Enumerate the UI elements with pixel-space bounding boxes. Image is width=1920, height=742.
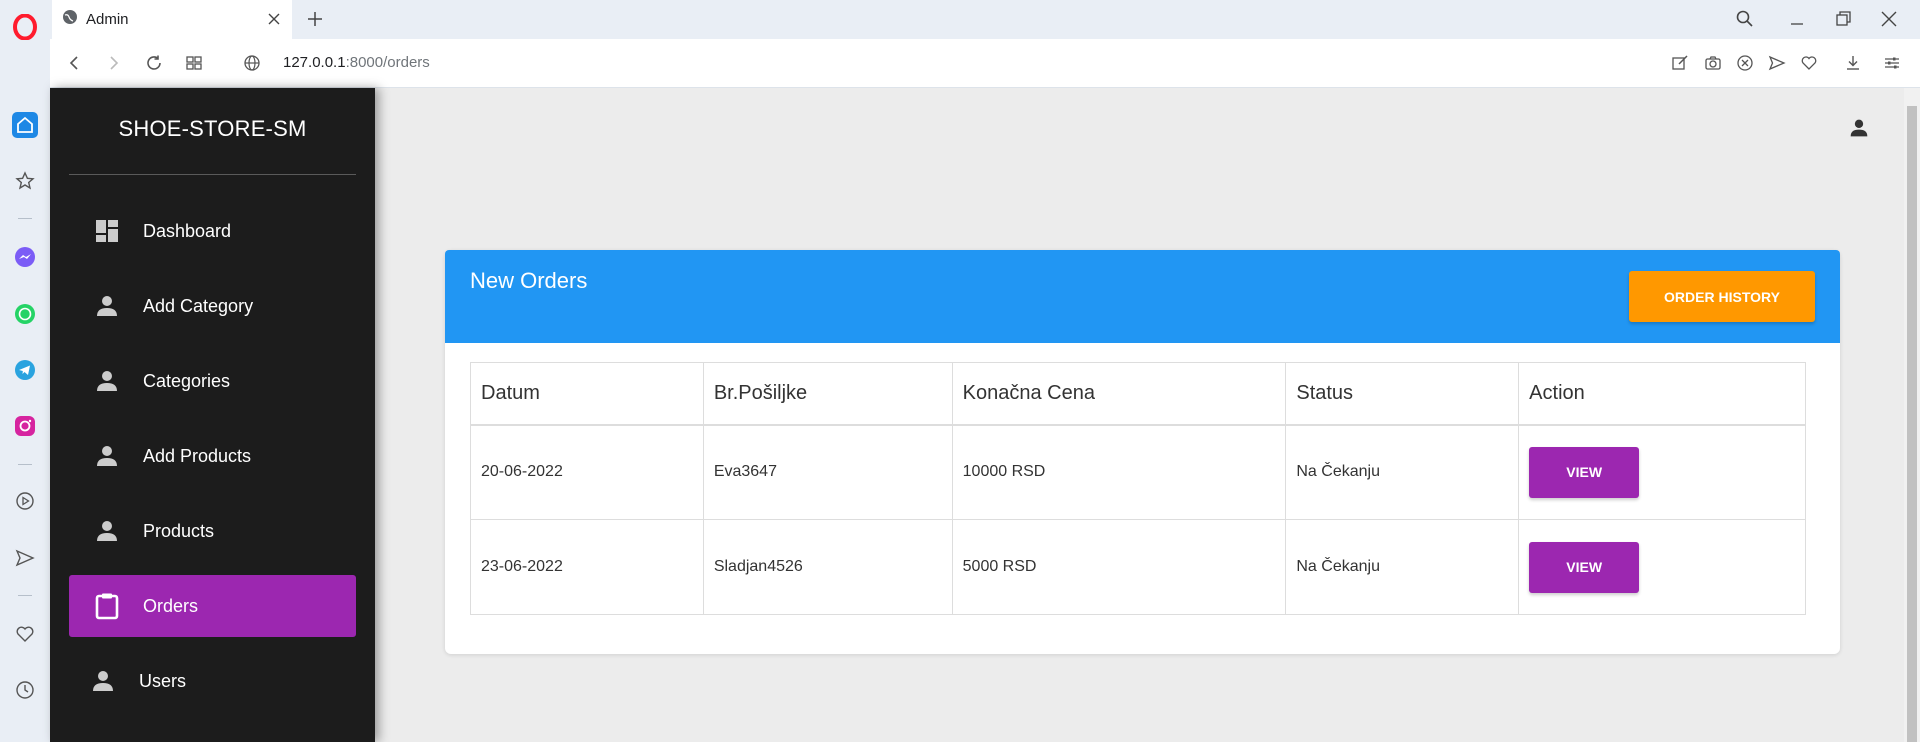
scrollbar-thumb[interactable] xyxy=(1907,106,1917,742)
opera-sidebar xyxy=(0,0,50,742)
download-icon[interactable] xyxy=(1842,52,1864,74)
page-scrollbar[interactable] xyxy=(1904,88,1920,742)
camera-icon[interactable] xyxy=(1702,52,1724,74)
opera-logo-icon[interactable] xyxy=(13,13,37,41)
clipboard-icon xyxy=(89,588,125,624)
search-icon[interactable] xyxy=(1734,8,1756,30)
player-icon[interactable] xyxy=(12,488,38,514)
history-icon[interactable] xyxy=(12,677,38,703)
cell-posiljka: Sladjan4526 xyxy=(702,519,953,615)
cell-posiljka: Eva3647 xyxy=(702,424,953,520)
sidebar-item-label: Orders xyxy=(143,595,199,616)
easy-setup-icon[interactable] xyxy=(1881,52,1903,74)
messenger-icon[interactable] xyxy=(12,244,38,270)
sidebar-item-label: Add Products xyxy=(143,445,252,466)
table-row: 20-06-2022 Eva3647 10000 RSD Na Čekanju … xyxy=(470,424,1806,520)
site-info-globe-icon[interactable] xyxy=(241,52,263,74)
send-page-icon[interactable] xyxy=(1766,52,1788,74)
card-title: New Orders xyxy=(470,268,588,293)
cell-datum: 20-06-2022 xyxy=(470,424,704,520)
globe-icon xyxy=(62,9,78,30)
sidebar-item-label: Dashboard xyxy=(143,220,232,241)
address-bar: 127.0.0.1:8000/orders xyxy=(50,39,1920,88)
account-icon[interactable] xyxy=(1845,114,1873,142)
close-tab-icon[interactable] xyxy=(266,11,282,27)
restore-icon[interactable] xyxy=(1832,8,1854,30)
column-header-posiljka: Br.Pošiljke xyxy=(702,362,953,426)
sidebar-item-products[interactable]: Products xyxy=(69,500,356,562)
browser-tab[interactable]: Admin xyxy=(52,0,292,39)
person-icon xyxy=(89,513,125,549)
cell-status: Na Čekanju xyxy=(1285,424,1520,520)
url-field[interactable]: 127.0.0.1:8000/orders xyxy=(283,54,430,71)
instagram-icon[interactable] xyxy=(12,413,38,439)
back-icon[interactable] xyxy=(63,52,85,74)
url-host: 127.0.0.1 xyxy=(283,54,346,71)
person-icon xyxy=(89,288,125,324)
order-history-button[interactable]: ORDER HISTORY xyxy=(1629,271,1815,322)
sidebar-divider xyxy=(18,218,32,219)
table-header-row: Datum Br.Pošiljke Konačna Cena Status Ac… xyxy=(470,362,1806,426)
person-icon xyxy=(85,663,121,699)
sidebar-item-label: Categories xyxy=(143,370,231,391)
card-header: New Orders ORDER HISTORY xyxy=(445,250,1840,343)
sidebar-item-label: Users xyxy=(139,670,187,691)
sidebar-divider xyxy=(18,464,32,465)
sidebar-item-categories[interactable]: Categories xyxy=(69,350,356,412)
brand-title[interactable]: SHOE-STORE-SM xyxy=(50,116,375,142)
cell-datum: 23-06-2022 xyxy=(470,519,704,615)
tabs-grid-icon[interactable] xyxy=(183,52,205,74)
tab-bar: Admin xyxy=(50,0,1920,39)
column-header-datum: Datum xyxy=(470,362,704,426)
sidebar-item-dashboard[interactable]: Dashboard xyxy=(69,200,356,262)
whatsapp-icon[interactable] xyxy=(12,301,38,327)
cell-action: VIEW xyxy=(1518,519,1806,615)
forward-icon[interactable] xyxy=(103,52,125,74)
dashboard-icon xyxy=(89,213,125,249)
main-content: New Orders ORDER HISTORY Datum Br.Pošilj… xyxy=(375,88,1920,742)
orders-card: New Orders ORDER HISTORY Datum Br.Pošilj… xyxy=(445,250,1840,654)
adblock-icon[interactable] xyxy=(1734,52,1756,74)
cell-action: VIEW xyxy=(1518,424,1806,520)
column-header-cena: Konačna Cena xyxy=(951,362,1287,426)
minimize-icon[interactable] xyxy=(1786,8,1808,30)
sidebar-item-users[interactable]: Users xyxy=(69,650,356,712)
sidebar-divider xyxy=(18,595,32,596)
reload-icon[interactable] xyxy=(143,52,165,74)
admin-sidebar: SHOE-STORE-SM Dashboard Add Category Cat… xyxy=(50,88,375,742)
sidebar-item-label: Products xyxy=(143,520,215,541)
send-icon[interactable] xyxy=(12,545,38,571)
column-header-status: Status xyxy=(1285,362,1520,426)
tab-title: Admin xyxy=(86,11,129,28)
view-order-button[interactable]: VIEW xyxy=(1529,541,1640,593)
sidebar-item-add-products[interactable]: Add Products xyxy=(69,425,356,487)
sidebar-item-label: Add Category xyxy=(143,295,254,316)
sidebar-item-orders[interactable]: Orders xyxy=(69,575,356,637)
home-icon[interactable] xyxy=(12,112,38,138)
app-viewport: SHOE-STORE-SM Dashboard Add Category Cat… xyxy=(50,88,1920,742)
view-order-button[interactable]: VIEW xyxy=(1529,446,1640,498)
person-icon xyxy=(89,438,125,474)
edit-icon[interactable] xyxy=(1669,52,1691,74)
close-window-icon[interactable] xyxy=(1878,8,1900,30)
cell-cena: 10000 RSD xyxy=(951,424,1287,520)
new-tab-icon[interactable] xyxy=(305,9,325,29)
brand-divider xyxy=(69,174,356,175)
sidebar-item-add-category[interactable]: Add Category xyxy=(69,275,356,337)
telegram-icon[interactable] xyxy=(12,357,38,383)
cell-status: Na Čekanju xyxy=(1285,519,1520,615)
speed-dial-icon[interactable] xyxy=(12,168,38,194)
table-row: 23-06-2022 Sladjan4526 5000 RSD Na Čekan… xyxy=(470,519,1806,615)
person-icon xyxy=(89,363,125,399)
cell-cena: 5000 RSD xyxy=(951,519,1287,615)
heart-icon[interactable] xyxy=(12,621,38,647)
orders-table: Datum Br.Pošiljke Konačna Cena Status Ac… xyxy=(470,362,1806,615)
url-path: :8000/orders xyxy=(345,54,430,71)
bookmark-heart-icon[interactable] xyxy=(1798,52,1820,74)
column-header-action: Action xyxy=(1518,362,1806,426)
